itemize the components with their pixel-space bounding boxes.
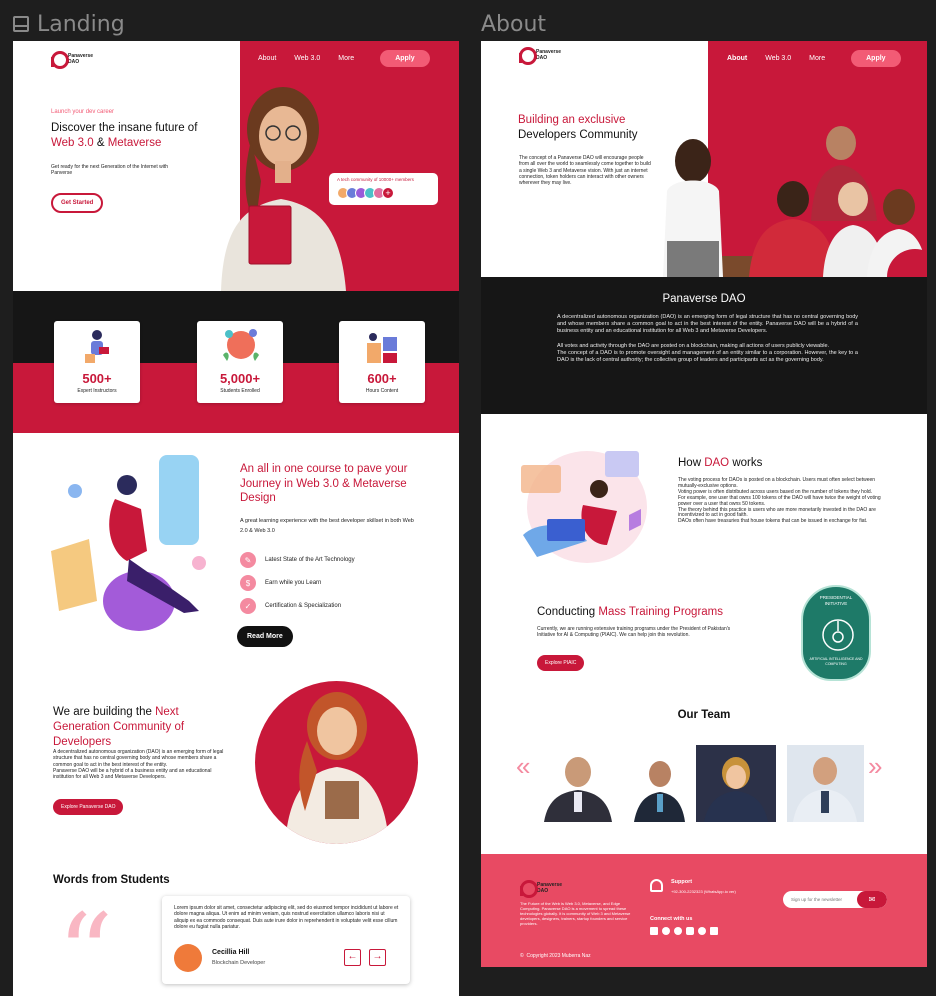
avatar	[174, 944, 202, 972]
top-nav: About Web 3.0 More Apply	[258, 50, 430, 67]
get-started-button[interactable]: Get Started	[51, 193, 104, 213]
hero-eyebrow: Launch your dev career	[51, 109, 115, 115]
nav-web3[interactable]: Web 3.0	[294, 55, 320, 62]
how-dao-illustration	[521, 451, 647, 563]
feature-certification: ✓ Certification & Specialization	[240, 598, 341, 614]
connect-title: Connect with us	[650, 916, 693, 922]
stat-card-hours: 600+ Hours Content	[339, 321, 425, 403]
quote-mark-icon: “	[57, 890, 114, 996]
logo-mark-icon	[519, 47, 537, 65]
feature-earn: $ Earn while you Learn	[240, 575, 321, 591]
about-page: Panaverse DAO About Web 3.0 More Apply Bu…	[481, 41, 927, 967]
support-phone: +92-300-2232323 (WhatsApp.io ver)	[671, 889, 736, 894]
dao-body: A decentralized autonomous organization …	[557, 314, 858, 364]
newsletter-form: ✉	[783, 891, 887, 908]
stat-card-instructors: 500+ Expert Instructors	[54, 321, 140, 403]
code-icon: ✎	[240, 552, 256, 568]
course-title: An all in one course to pave your Journe…	[240, 463, 408, 504]
team-prev-icon[interactable]: «	[516, 753, 530, 779]
frame-icon	[13, 16, 29, 32]
facebook-icon[interactable]	[698, 927, 706, 935]
add-member-icon[interactable]: +	[382, 187, 394, 199]
about-hero-body: The concept of a Panaverse DAO will enco…	[519, 155, 651, 187]
nav-about[interactable]: About	[258, 55, 276, 62]
piaic-badge-title: PRESIDENTIAL INITIATIVE	[819, 595, 853, 606]
social-icons	[650, 927, 718, 935]
how-dao-title: How DAO works	[678, 457, 763, 469]
training-title: Conducting Mass Training Programs	[537, 606, 723, 618]
how-dao-body: The voting process for DAOs is posted on…	[678, 477, 881, 525]
community-body: A decentralized autonomous organization …	[53, 749, 224, 781]
frame-label-landing: Landing	[13, 12, 125, 37]
piaic-badge-ring: ARTIFICIAL INTELLIGENCE AND COMPUTING	[809, 657, 863, 666]
apply-button[interactable]: Apply	[380, 50, 430, 67]
piaic-badge: PRESIDENTIAL INITIATIVE ARTIFICIAL INTEL…	[801, 585, 871, 681]
read-more-button[interactable]: Read More	[237, 626, 293, 647]
course-illustration	[51, 455, 206, 631]
community-image	[255, 681, 418, 844]
newsletter-input[interactable]	[783, 891, 859, 908]
top-nav: About Web 3.0 More Apply	[727, 50, 901, 67]
testimonial-role: Blockchain Developer	[212, 960, 266, 966]
testimonials-title: Words from Students	[53, 874, 170, 886]
dollar-icon: $	[240, 575, 256, 591]
students-illustration	[223, 329, 259, 361]
brand-logo[interactable]: Panaverse DAO	[519, 47, 561, 65]
footer: Panaverse DAO The Future of the Web is We…	[481, 854, 927, 967]
nav-web3[interactable]: Web 3.0	[765, 55, 791, 62]
course-subtitle: A great learning experience with the bes…	[240, 518, 414, 534]
dao-section: Panaverse DAO A decentralized autonomous…	[481, 277, 927, 414]
team-next-icon[interactable]: »	[868, 753, 882, 779]
team-member-photo[interactable]	[632, 752, 687, 822]
explore-piaic-button[interactable]: Explore PIAIC	[537, 655, 585, 671]
footer-logo[interactable]: Panaverse DAO	[520, 880, 562, 898]
certificate-icon: ✓	[240, 598, 256, 614]
support-title: Support	[671, 879, 693, 885]
copyright: © Copyright 2023 Muberra Naz	[520, 953, 591, 959]
nav-more[interactable]: More	[338, 55, 354, 62]
team-member-photo[interactable]	[787, 745, 864, 822]
community-badge: A tech community of 10000+ members +	[329, 173, 438, 205]
headset-icon	[650, 879, 663, 892]
frame-label-about: About	[481, 12, 547, 37]
piaic-emblem-icon	[822, 619, 854, 651]
prev-arrow-icon[interactable]: ←	[344, 949, 361, 966]
logo-mark-icon	[520, 880, 538, 898]
youtube-icon[interactable]	[686, 927, 694, 935]
mail-send-icon[interactable]: ✉	[857, 891, 887, 908]
team-member-photo[interactable]	[696, 745, 776, 822]
testimonial-card: Lorem ipsum dolor sit amet, consectetur …	[162, 896, 410, 984]
hero-subtitle: Get ready for the next Generation of the…	[51, 164, 169, 177]
logo-mark-icon	[51, 51, 69, 69]
next-arrow-icon[interactable]: →	[369, 949, 386, 966]
community-student-image	[285, 692, 389, 844]
training-body: Currently, we are running extensive trai…	[537, 626, 731, 639]
nav-more[interactable]: More	[809, 55, 825, 62]
community-title: We are building the Next Generation Comm…	[53, 706, 185, 748]
testimonial-quote: Lorem ipsum dolor sit amet, consectetur …	[174, 905, 399, 930]
instagram-icon[interactable]	[710, 927, 718, 935]
landing-page: Panaverse DAO About Web 3.0 More Apply La…	[13, 41, 459, 996]
explore-panaverse-button[interactable]: Explore Panaverse DAO	[53, 799, 124, 815]
team-member-photo[interactable]	[540, 746, 617, 822]
brand-logo[interactable]: Panaverse DAO	[51, 51, 93, 69]
footer-blurb: The Future of the Web is Web 3.0, Metave…	[520, 901, 631, 926]
member-avatars: +	[337, 187, 394, 199]
dao-title: Panaverse DAO	[662, 293, 746, 305]
feature-technology: ✎ Latest State of the Art Technology	[240, 552, 355, 568]
nav-about[interactable]: About	[727, 55, 747, 62]
github-icon[interactable]	[674, 927, 682, 935]
linkedin-icon[interactable]	[650, 927, 658, 935]
twitter-icon[interactable]	[662, 927, 670, 935]
community-group-photo	[663, 126, 927, 277]
testimonial-name: Cecillia Hill	[212, 949, 250, 956]
team-title: Our Team	[677, 709, 731, 721]
instructor-illustration	[85, 330, 109, 363]
content-illustration	[367, 333, 397, 363]
apply-button[interactable]: Apply	[851, 50, 901, 67]
about-hero-title: Building an exclusive Developers Communi…	[518, 114, 638, 141]
stat-card-students: 5,000+ Students Enrolled	[197, 321, 283, 403]
